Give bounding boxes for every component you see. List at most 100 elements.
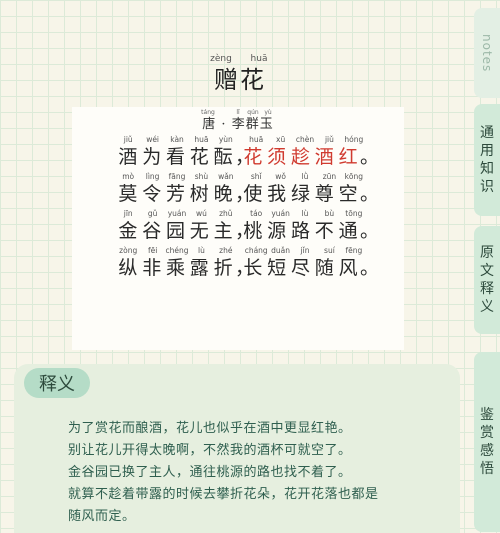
author-pinyin-4: qún xyxy=(247,109,259,116)
poem-char: 谷 xyxy=(142,220,162,242)
poem-char: 令 xyxy=(142,183,162,205)
poem-title-block: zèng huā 赠花 xyxy=(180,54,300,95)
pinyin-syllable: lù xyxy=(301,209,309,218)
tab-label-char: 义 xyxy=(480,299,494,315)
poem-char: 乘 xyxy=(165,257,185,279)
tab-label-char: 悟 xyxy=(480,461,494,477)
pinyin-syllable: chéng xyxy=(165,246,189,255)
poem-char: 红 xyxy=(338,146,358,168)
author-text: 唐 · 李群玉 xyxy=(202,117,274,132)
poem-char: 晚 xyxy=(213,183,233,205)
poem-char: 长 xyxy=(243,257,263,279)
poem-line: jiǔ wéi kàn huā yùn huā xū chèn jiǔ hóng 酒为看花酝，花须趁… xyxy=(116,135,379,169)
pinyin-syllable: wú xyxy=(195,209,207,218)
pinyin-syllable: táo xyxy=(250,209,263,218)
notes-section: 释义 为了赏花而酿酒，花儿也似乎在酒中更显红艳。 别让花儿开得太晚啊，不然我的酒… xyxy=(14,364,460,533)
poem-char: 绿 xyxy=(290,183,310,205)
pinyin-syllable: shǐ xyxy=(250,172,262,181)
poem-char: 花 xyxy=(243,146,263,168)
pinyin-syllable: chèn xyxy=(295,135,315,144)
pinyin-syllable: jiǔ xyxy=(123,135,133,144)
author-pinyin-2 xyxy=(216,109,231,117)
poem-char: 金 xyxy=(118,220,138,242)
pinyin-syllable: lǜ xyxy=(301,172,309,181)
tab-original-text[interactable]: 原文释义 xyxy=(474,226,500,334)
sidebar-tabs: notes 通用知识 原文释义 鉴赏感悟 xyxy=(474,0,500,533)
pinyin-syllable: suí xyxy=(324,246,335,255)
poem-char: 源 xyxy=(267,220,287,242)
pinyin-syllable: jǐn xyxy=(300,246,310,255)
notes-line: 为了赏花而酿酒，花儿也似乎在酒中更显红艳。 xyxy=(68,421,352,436)
tab-label-char: 识 xyxy=(480,179,494,195)
poem-char: 使 xyxy=(243,183,263,205)
tab-label-char: 鉴 xyxy=(480,407,494,423)
tab-notes-label: notes xyxy=(480,33,494,73)
pinyin-syllable: wéi xyxy=(146,135,160,144)
pinyin-syllable: fāng xyxy=(168,172,186,181)
poem-char: 。 xyxy=(359,257,379,279)
poem-char: 酒 xyxy=(314,146,334,168)
poem-char: 。 xyxy=(359,146,379,168)
tab-appreciation[interactable]: 鉴赏感悟 xyxy=(474,352,500,532)
poem-char: 酝 xyxy=(213,146,233,168)
tab-label-char: 原 xyxy=(480,245,494,261)
pinyin-syllable: zūn xyxy=(322,172,337,181)
pinyin-syllable: lù xyxy=(198,246,205,255)
pinyin-syllable: kōng xyxy=(344,172,364,181)
poem-char: 短 xyxy=(267,257,287,279)
pinyin-syllable: fēi xyxy=(147,246,158,255)
poem-char: 芳 xyxy=(165,183,185,205)
poem-char: 园 xyxy=(165,220,185,242)
tab-general-knowledge[interactable]: 通用知识 xyxy=(474,104,500,216)
line-text: 纵非乘露折，长短尽随风。 xyxy=(116,256,379,280)
pinyin-syllable: jiǔ xyxy=(324,135,334,144)
pinyin-syllable: kàn xyxy=(170,135,184,144)
poem-char: 主 xyxy=(213,220,233,242)
poem-char: 风 xyxy=(338,257,358,279)
poem-char: 看 xyxy=(165,146,185,168)
tab-label-char: 释 xyxy=(480,281,494,297)
author-block: táng lǐ qún yù 唐 · 李群玉 xyxy=(72,109,404,133)
pinyin-syllable: yuán xyxy=(271,209,290,218)
poem-title: 赠花 xyxy=(214,66,266,94)
author-pinyin-5: yù xyxy=(264,109,272,116)
tab-label-char: 通 xyxy=(480,125,494,141)
line-pinyin: zòng fēi chéng lù zhé cháng duǎn jǐn suí fēng xyxy=(116,246,366,256)
poem-char: 。 xyxy=(359,183,379,205)
pinyin-syllable: gǔ xyxy=(147,209,158,218)
pinyin-syllable: zòng xyxy=(119,246,138,255)
poem-char: 。 xyxy=(359,220,379,242)
poem-char: 随 xyxy=(314,257,334,279)
notes-line: 金谷园已换了主人，通往桃源的路也找不着了。 xyxy=(68,465,352,480)
title-pinyin-2: huā xyxy=(250,54,268,64)
line-pinyin: jīn gǔ yuán wú zhǔ táo yuán lù bù tōng xyxy=(116,209,366,219)
poem-card: táng lǐ qún yù 唐 · 李群玉 jiǔ wéi kàn huā yùn hu… xyxy=(72,107,404,350)
pinyin-syllable: yùn xyxy=(218,135,233,144)
line-text: 莫令芳树晚，使我绿尊空。 xyxy=(116,182,379,206)
author-pinyin: táng lǐ qún yù xyxy=(72,109,404,117)
line-pinyin: mò lìng fāng shù wǎn shǐ wǒ lǜ zūn kōng xyxy=(116,172,366,182)
notes-line: 随风而定。 xyxy=(68,509,136,524)
poem-char: 露 xyxy=(189,257,209,279)
poem-line: zòng fēi chéng lù zhé cháng duǎn jǐn suí fēng 纵非乘露… xyxy=(116,246,379,280)
tab-label-char: 感 xyxy=(480,443,494,459)
pinyin-syllable: zhǔ xyxy=(219,209,233,218)
line-pinyin: jiǔ wéi kàn huā yùn huā xū chèn jiǔ hóng xyxy=(116,135,366,145)
tab-label-char: 赏 xyxy=(480,425,494,441)
tab-label-char: 用 xyxy=(480,143,494,159)
tab-notes[interactable]: notes xyxy=(474,8,500,98)
pinyin-syllable: bù xyxy=(324,209,335,218)
poem-char: 通 xyxy=(338,220,358,242)
pinyin-syllable: yuán xyxy=(167,209,187,218)
pinyin-syllable: huā xyxy=(194,135,209,144)
pinyin-syllable: shù xyxy=(194,172,209,181)
pinyin-syllable: cháng xyxy=(244,246,268,255)
notes-line: 就算不趁着带露的时候去攀折花朵，花开花落也都是 xyxy=(68,487,379,502)
poem-char: 趁 xyxy=(290,146,310,168)
poem-char: 须 xyxy=(267,146,287,168)
poem-char: 非 xyxy=(142,257,162,279)
poem-char: 无 xyxy=(189,220,209,242)
poem-char: 我 xyxy=(267,183,287,205)
pinyin-syllable: huā xyxy=(249,135,264,144)
pinyin-syllable: wǒ xyxy=(275,172,286,181)
